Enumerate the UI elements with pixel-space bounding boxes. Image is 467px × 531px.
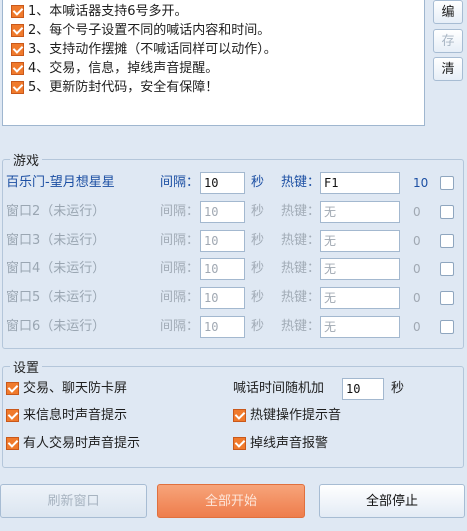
game-window-name-2: 窗口2（未运行） (6, 204, 106, 219)
stop-all-button[interactable]: 全部停止 (319, 484, 465, 518)
disconnect-sound-checkbox[interactable] (233, 437, 246, 450)
anti-freeze-option[interactable]: 交易、聊天防卡屏 (6, 379, 127, 399)
feature-item-5[interactable]: 5、更新防封代码，安全有保障！ (11, 78, 218, 98)
interval-label-5: 间隔： (160, 290, 200, 305)
clear-button[interactable]: 清 (433, 57, 463, 81)
feature-item-2[interactable]: 2、每个号子设置不同的喊话内容和时间。 (11, 21, 270, 41)
interval-input-6[interactable]: 10 (200, 316, 245, 338)
feature-item-3[interactable]: 3、支持动作摆摊（不喊话同样可以动作）。 (11, 40, 277, 60)
trade-sound-option[interactable]: 有人交易时声音提示 (6, 434, 140, 454)
shout-count-6: 0 (413, 320, 421, 334)
hotkey-label-5: 热键： (281, 290, 321, 305)
start-all-button[interactable]: 全部开始 (157, 484, 305, 518)
seconds-label-2: 秒 (251, 204, 265, 219)
trade-sound-checkbox[interactable] (6, 437, 19, 450)
hotkey-label-3: 热键： (281, 233, 321, 248)
anti-freeze-checkbox[interactable] (6, 382, 19, 395)
hotkey-input-5[interactable]: 无 (320, 287, 400, 309)
refresh-windows-button[interactable]: 刷新窗口 (0, 484, 147, 518)
message-sound-option[interactable]: 来信息时声音提示 (6, 406, 127, 426)
seconds-label-3: 秒 (251, 233, 265, 248)
feature-checkbox-2[interactable] (11, 24, 24, 37)
settings-group-title: 设置 (10, 357, 43, 376)
window-enable-checkbox-6[interactable] (440, 320, 454, 334)
hotkey-input-4[interactable]: 无 (320, 258, 400, 280)
hotkey-input-6[interactable]: 无 (320, 316, 400, 338)
seconds-label-5: 秒 (251, 290, 265, 305)
game-window-name-6: 窗口6（未运行） (6, 319, 106, 334)
feature-item-1[interactable]: 1、本喊话器支持6号多开。 (11, 2, 188, 22)
interval-label-6: 间隔： (160, 319, 200, 334)
random-time-unit: 秒 (391, 381, 405, 396)
game-window-name-4: 窗口4（未运行） (6, 261, 106, 276)
seconds-label-1: 秒 (251, 175, 265, 190)
hotkey-label-6: 热键： (281, 319, 321, 334)
interval-label-1: 间隔： (160, 175, 200, 190)
message-sound-checkbox[interactable] (6, 409, 19, 422)
window-enable-checkbox-5[interactable] (440, 291, 454, 305)
interval-input-2[interactable]: 10 (200, 201, 245, 223)
hotkey-input-3[interactable]: 无 (320, 230, 400, 252)
feature-item-4[interactable]: 4、交易，信息，掉线声音提醒。 (11, 59, 218, 79)
seconds-label-4: 秒 (251, 261, 265, 276)
interval-label-2: 间隔： (160, 204, 200, 219)
hotkey-label-2: 热键： (281, 204, 321, 219)
shout-count-4: 0 (413, 262, 421, 276)
interval-label-4: 间隔： (160, 261, 200, 276)
hotkey-sound-checkbox[interactable] (233, 409, 246, 422)
interval-label-3: 间隔： (160, 233, 200, 248)
save-button[interactable]: 存 (433, 29, 463, 53)
shout-count-3: 0 (413, 234, 421, 248)
hotkey-input-1[interactable]: F1 (320, 172, 400, 194)
feature-checkbox-1[interactable] (11, 5, 24, 18)
random-time-label: 喊话时间随机加 (233, 381, 325, 396)
edit-button[interactable]: 编 (433, 0, 463, 24)
shout-count-2: 0 (413, 205, 421, 219)
window-enable-checkbox-2[interactable] (440, 205, 454, 219)
hotkey-sound-option[interactable]: 热键操作提示音 (233, 406, 341, 426)
random-time-input[interactable]: 10 (342, 378, 384, 400)
hotkey-label-1: 热键： (281, 175, 321, 190)
game-window-name-1: 百乐门-望月想星星 (6, 175, 115, 190)
feature-checkbox-5[interactable] (11, 81, 24, 94)
interval-input-4[interactable]: 10 (200, 258, 245, 280)
window-enable-checkbox-4[interactable] (440, 262, 454, 276)
game-window-name-3: 窗口3（未运行） (6, 233, 106, 248)
feature-checkbox-3[interactable] (11, 43, 24, 56)
feature-list[interactable]: 1、本喊话器支持6号多开。 2、每个号子设置不同的喊话内容和时间。 3、支持动作… (2, 0, 425, 126)
shout-count-5: 0 (413, 291, 421, 305)
seconds-label-6: 秒 (251, 319, 265, 334)
window-enable-checkbox-3[interactable] (440, 234, 454, 248)
game-group-title: 游戏 (10, 150, 43, 169)
hotkey-label-4: 热键： (281, 261, 321, 276)
feature-checkbox-4[interactable] (11, 62, 24, 75)
game-window-name-5: 窗口5（未运行） (6, 290, 106, 305)
interval-input-3[interactable]: 10 (200, 230, 245, 252)
hotkey-input-2[interactable]: 无 (320, 201, 400, 223)
disconnect-sound-option[interactable]: 掉线声音报警 (233, 434, 328, 454)
interval-input-5[interactable]: 10 (200, 287, 245, 309)
shout-count-1: 10 (413, 176, 429, 190)
window-enable-checkbox-1[interactable] (440, 176, 454, 190)
interval-input-1[interactable]: 10 (200, 172, 245, 194)
